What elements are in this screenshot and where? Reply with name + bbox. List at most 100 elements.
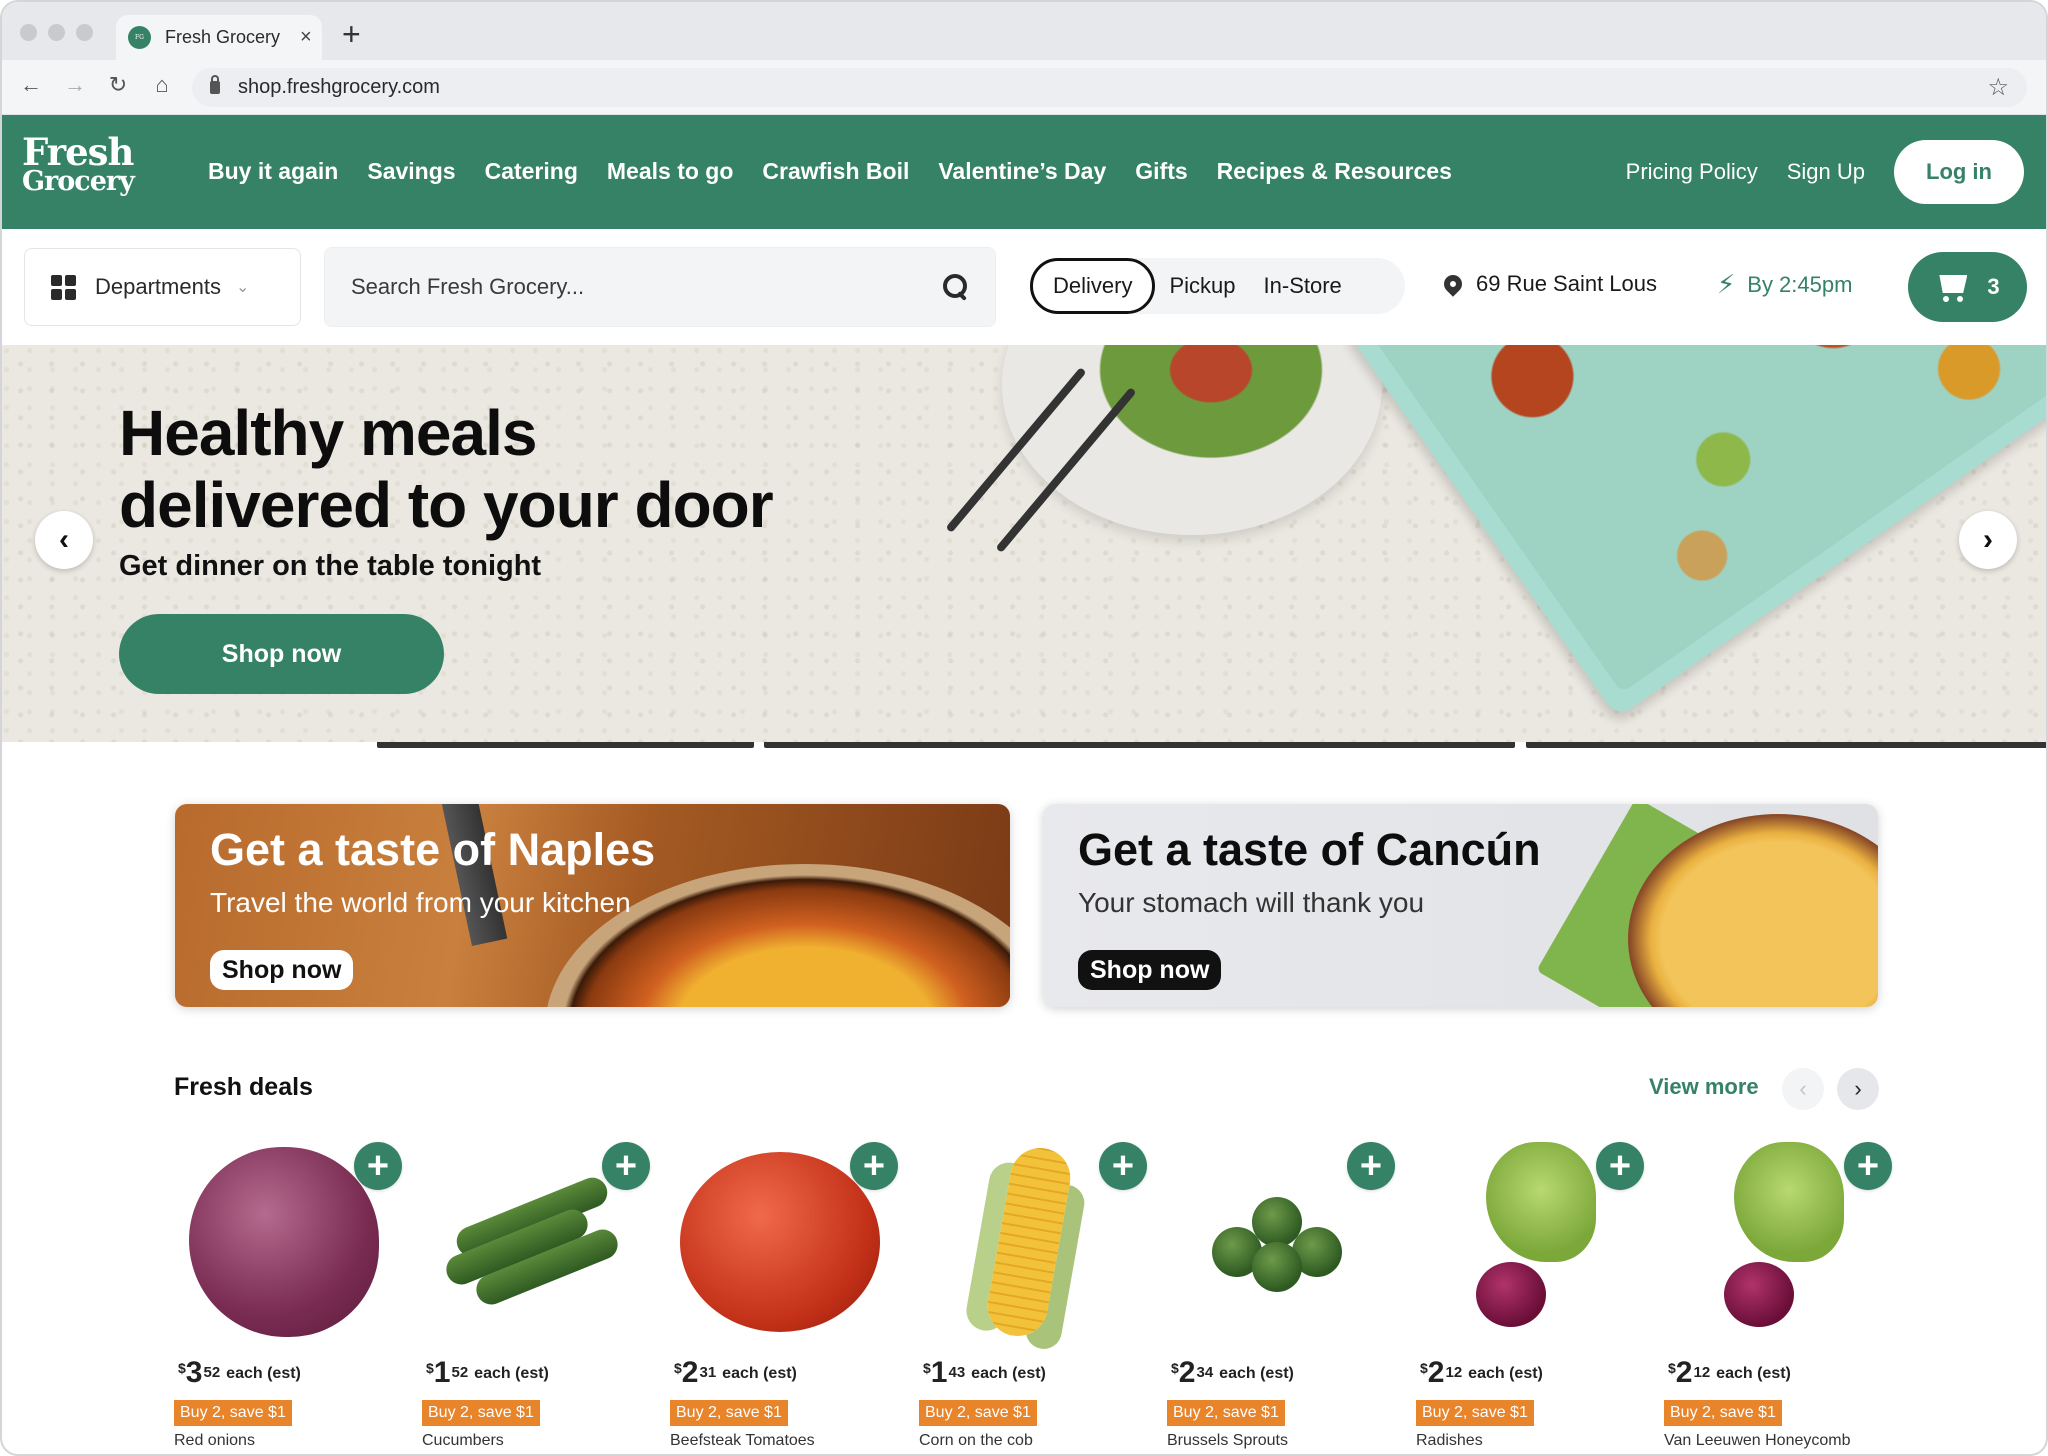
main-nav: Buy it again Savings Catering Meals to g… bbox=[208, 158, 1481, 185]
product-card[interactable]: + $2 12 each (est) Buy 2, save $1 Van Leeuwen… bbox=[1664, 1132, 1892, 1454]
delivery-eta[interactable]: ⚡ By 2:45pm bbox=[1717, 269, 1852, 300]
chevron-down-icon: ⌄ bbox=[235, 279, 250, 296]
sign-up-link[interactable]: Sign Up bbox=[1787, 159, 1865, 185]
home-icon[interactable]: ⌂ bbox=[147, 72, 177, 98]
product-price: $2 34 each (est) bbox=[1171, 1358, 1294, 1388]
product-name[interactable]: Corn on the cob bbox=[919, 1432, 1033, 1450]
hero-next-button[interactable]: › bbox=[1959, 511, 2017, 569]
product-name[interactable]: Brussels Sprouts bbox=[1167, 1432, 1288, 1450]
carousel-indicator-1[interactable] bbox=[377, 742, 754, 748]
brussels-sprouts-image bbox=[1202, 1187, 1352, 1297]
nav-recipes-resources[interactable]: Recipes & Resources bbox=[1217, 158, 1452, 185]
add-to-cart-button[interactable]: + bbox=[1844, 1142, 1892, 1190]
hero-shop-now-button[interactable]: Shop now bbox=[119, 614, 444, 694]
pricing-policy-link[interactable]: Pricing Policy bbox=[1626, 159, 1758, 185]
address-text: 69 Rue Saint Lous bbox=[1476, 271, 1658, 296]
cart-button[interactable]: 3 bbox=[1908, 252, 2027, 322]
deals-next-button[interactable]: › bbox=[1837, 1068, 1879, 1110]
site-logo[interactable]: Fresh Grocery bbox=[22, 130, 135, 197]
reload-icon[interactable]: ↻ bbox=[103, 72, 133, 98]
fulfillment-delivery[interactable]: Delivery bbox=[1030, 258, 1156, 314]
price-dollars: 2 bbox=[681, 1356, 699, 1389]
price-cents: 43 bbox=[948, 1364, 966, 1381]
chevron-right-icon: › bbox=[1983, 523, 1993, 556]
nav-buy-it-again[interactable]: Buy it again bbox=[208, 158, 338, 185]
new-tab-button[interactable]: + bbox=[342, 18, 361, 50]
log-in-button[interactable]: Log in bbox=[1894, 140, 2024, 204]
add-to-cart-button[interactable]: + bbox=[354, 1142, 402, 1190]
product-card[interactable]: + $1 43 each (est) Buy 2, save $1 Corn on the… bbox=[919, 1132, 1147, 1454]
nav-valentines-day[interactable]: Valentine’s Day bbox=[938, 158, 1106, 185]
product-card[interactable]: + $2 31 each (est) Buy 2, save $1 Beefsteak T… bbox=[670, 1132, 898, 1454]
add-to-cart-button[interactable]: + bbox=[1347, 1142, 1395, 1190]
url-field[interactable]: shop.freshgrocery.com ☆ bbox=[192, 68, 2027, 107]
fulfillment-in-store[interactable]: In-Store bbox=[1250, 258, 1356, 314]
logo-line-2: Grocery bbox=[22, 166, 135, 197]
carousel-indicator-3[interactable] bbox=[1526, 742, 2046, 748]
nav-catering[interactable]: Catering bbox=[485, 158, 578, 185]
plus-icon: + bbox=[614, 1145, 638, 1187]
product-card[interactable]: + $2 34 each (est) Buy 2, save $1 Brussels Sp… bbox=[1167, 1132, 1395, 1454]
product-price: $2 12 each (est) bbox=[1420, 1358, 1543, 1388]
product-name[interactable]: Van Leeuwen Honeycomb bbox=[1664, 1432, 1851, 1450]
url-text: shop.freshgrocery.com bbox=[238, 76, 440, 98]
window-maximize-control[interactable] bbox=[76, 24, 93, 41]
price-cents: 52 bbox=[203, 1364, 221, 1381]
hero-title: Healthy meals delivered to your door bbox=[119, 397, 774, 541]
product-name[interactable]: Cucumbers bbox=[422, 1432, 504, 1450]
nav-gifts[interactable]: Gifts bbox=[1135, 158, 1187, 185]
delivery-address[interactable]: 69 Rue Saint Lous bbox=[1440, 271, 1658, 297]
hero-prev-button[interactable]: ‹ bbox=[35, 511, 93, 569]
search-icon[interactable] bbox=[943, 274, 969, 300]
product-card[interactable]: + $3 52 each (est) Buy 2, save $1 Red onions bbox=[174, 1132, 402, 1454]
add-to-cart-button[interactable]: + bbox=[602, 1142, 650, 1190]
price-currency: $ bbox=[923, 1360, 931, 1376]
fulfillment-pickup[interactable]: Pickup bbox=[1155, 258, 1249, 314]
promo-card-cancun[interactable]: Get a taste of Cancún Your stomach will … bbox=[1043, 804, 1878, 1007]
add-to-cart-button[interactable]: + bbox=[1596, 1142, 1644, 1190]
cart-icon bbox=[1935, 271, 1969, 303]
nav-crawfish-boil[interactable]: Crawfish Boil bbox=[762, 158, 909, 185]
nav-savings[interactable]: Savings bbox=[367, 158, 455, 185]
window-close-control[interactable] bbox=[20, 24, 37, 41]
price-dollars: 2 bbox=[1675, 1356, 1693, 1389]
browser-tab[interactable]: FG Fresh Grocery × bbox=[116, 15, 322, 60]
product-name[interactable]: Radishes bbox=[1416, 1432, 1483, 1450]
section-title: Fresh deals bbox=[174, 1073, 313, 1101]
view-more-link[interactable]: View more bbox=[1649, 1074, 1759, 1100]
deal-badge: Buy 2, save $1 bbox=[919, 1400, 1037, 1426]
chevron-left-icon: ‹ bbox=[59, 523, 69, 556]
promo-shop-now-button[interactable]: Shop now bbox=[1078, 950, 1222, 990]
product-card[interactable]: + $1 52 each (est) Buy 2, save $1 Cucumbers bbox=[422, 1132, 650, 1454]
logo-line-1: Fresh bbox=[22, 130, 134, 174]
red-onion-image bbox=[189, 1147, 379, 1337]
deal-badge: Buy 2, save $1 bbox=[1664, 1400, 1782, 1426]
window-minimize-control[interactable] bbox=[48, 24, 65, 41]
price-dollars: 2 bbox=[1427, 1356, 1445, 1389]
deals-prev-button[interactable]: ‹ bbox=[1782, 1068, 1824, 1110]
plus-icon: + bbox=[366, 1145, 390, 1187]
search-box bbox=[324, 247, 996, 327]
add-to-cart-button[interactable]: + bbox=[1099, 1142, 1147, 1190]
price-unit: each (est) bbox=[722, 1365, 797, 1382]
lock-icon bbox=[210, 75, 220, 94]
back-icon[interactable]: ← bbox=[16, 72, 46, 98]
forward-icon[interactable]: → bbox=[60, 72, 90, 98]
add-to-cart-button[interactable]: + bbox=[850, 1142, 898, 1190]
deal-badge: Buy 2, save $1 bbox=[1416, 1400, 1534, 1426]
carousel-indicator-2[interactable] bbox=[764, 742, 1515, 748]
search-input[interactable] bbox=[351, 274, 943, 300]
promo-shop-now-button[interactable]: Shop now bbox=[210, 950, 354, 990]
promo-card-naples[interactable]: Get a taste of Naples Travel the world f… bbox=[175, 804, 1010, 1007]
close-tab-icon[interactable]: × bbox=[300, 26, 312, 49]
chevron-right-icon: › bbox=[1854, 1076, 1862, 1101]
product-price: $3 52 each (est) bbox=[178, 1358, 301, 1388]
product-card[interactable]: + $2 12 each (est) Buy 2, save $1 Radishes bbox=[1416, 1132, 1644, 1454]
product-name[interactable]: Red onions bbox=[174, 1432, 255, 1450]
departments-dropdown[interactable]: Departments ⌄ bbox=[24, 248, 301, 326]
address-bar: ← → ↻ ⌂ shop.freshgrocery.com ☆ bbox=[2, 60, 2046, 115]
product-name[interactable]: Beefsteak Tomatoes bbox=[670, 1432, 815, 1450]
price-currency: $ bbox=[674, 1360, 682, 1376]
bookmark-star-icon[interactable]: ☆ bbox=[1987, 73, 2009, 102]
nav-meals-to-go[interactable]: Meals to go bbox=[607, 158, 734, 185]
